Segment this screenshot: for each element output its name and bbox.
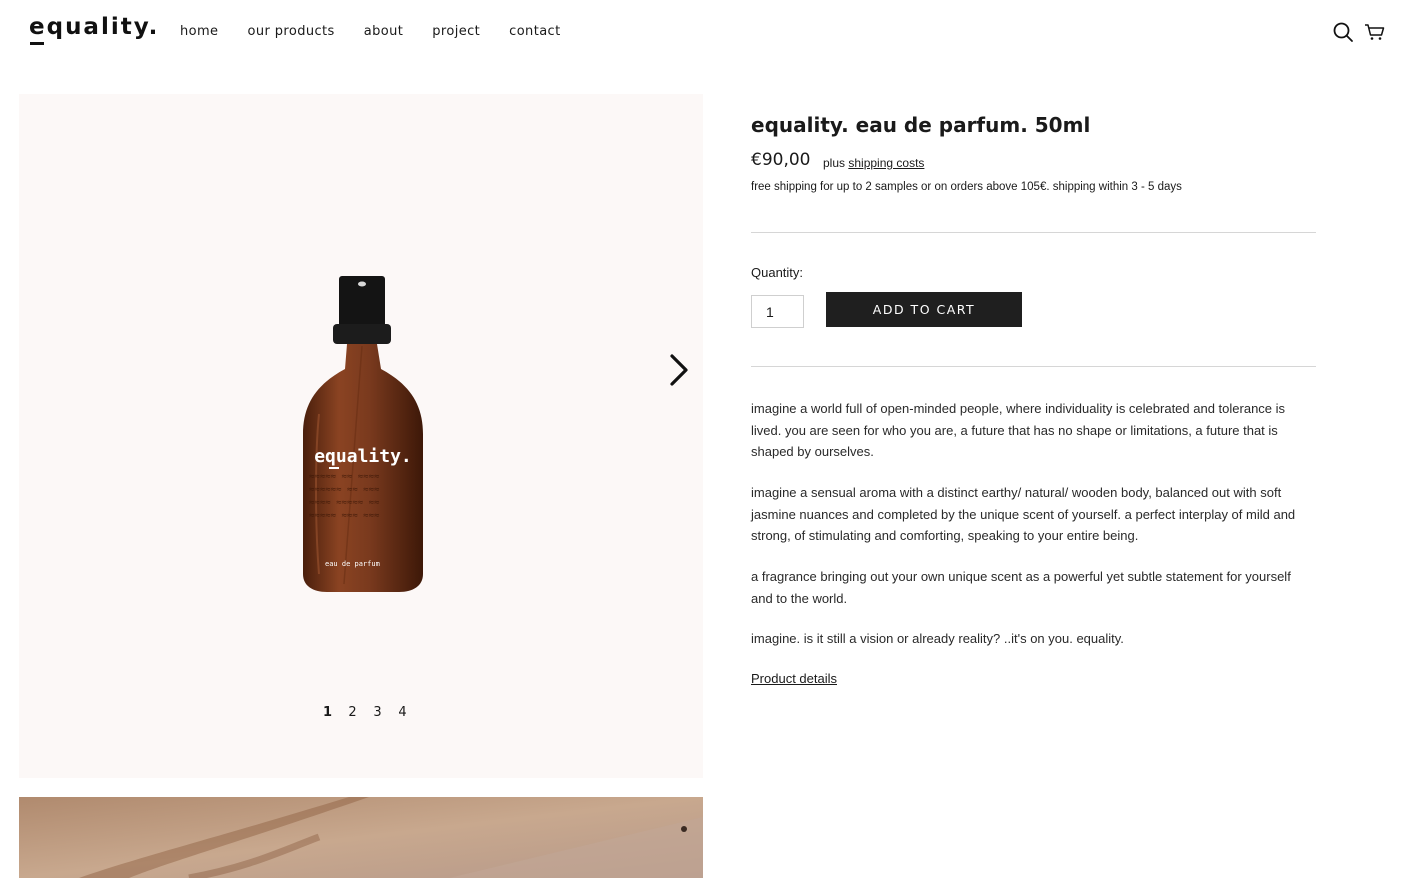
shipping-info: free shipping for up to 2 samples or on …	[751, 181, 1182, 193]
logo-underline	[30, 42, 44, 45]
quantity-input[interactable]	[751, 295, 804, 328]
nav-project[interactable]: project	[432, 24, 480, 39]
product-title: equality. eau de parfum. 50ml	[751, 113, 1091, 137]
divider	[751, 366, 1316, 367]
secondary-product-image	[19, 797, 703, 878]
quantity-label: Quantity:	[751, 265, 804, 280]
page-1[interactable]: 1	[315, 705, 340, 720]
svg-text:≈≈≈≈≈ ≈≈ ≈≈≈≈: ≈≈≈≈≈ ≈≈ ≈≈≈≈	[309, 472, 380, 482]
page-2[interactable]: 2	[340, 705, 365, 720]
cart-icon[interactable]	[1363, 20, 1387, 44]
product-details-link[interactable]: Product details	[751, 671, 837, 686]
site-header: equality. home our products about projec…	[0, 0, 1404, 64]
search-icon[interactable]	[1331, 20, 1355, 44]
price-note: plus shipping costs	[823, 156, 924, 170]
bottle-label: equality.	[314, 446, 412, 467]
nav-contact[interactable]: contact	[509, 24, 560, 39]
chevron-right-icon[interactable]	[666, 352, 694, 388]
price-note-prefix: plus	[823, 156, 846, 170]
page-4[interactable]: 4	[390, 705, 415, 720]
main-nav: home our products about project contact	[180, 24, 590, 39]
shipping-costs-link[interactable]: shipping costs	[848, 156, 924, 170]
brand-logo[interactable]: equality.	[29, 14, 159, 40]
svg-text:≈≈≈≈≈≈ ≈≈ ≈≈≈: ≈≈≈≈≈≈ ≈≈ ≈≈≈	[309, 485, 380, 495]
product-image: equality. ≈≈≈≈≈ ≈≈ ≈≈≈≈ ≈≈≈≈≈≈ ≈≈ ≈≈≈ ≈≈…	[303, 276, 423, 592]
product-gallery: equality. ≈≈≈≈≈ ≈≈ ≈≈≈≈ ≈≈≈≈≈≈ ≈≈ ≈≈≈ ≈≈…	[19, 94, 703, 778]
nav-our-products[interactable]: our products	[247, 24, 334, 39]
nav-about[interactable]: about	[364, 24, 404, 39]
product-price: €90,00	[751, 150, 811, 170]
svg-text:≈≈≈≈ ≈≈≈≈≈ ≈≈: ≈≈≈≈ ≈≈≈≈≈ ≈≈	[309, 498, 380, 508]
gallery-pagination: 1 2 3 4	[315, 705, 415, 720]
add-to-cart-button[interactable]: ADD TO CART	[826, 292, 1022, 327]
description-paragraph: a fragrance bringing out your own unique…	[751, 569, 1291, 606]
description-paragraph: imagine a world full of open-minded peop…	[751, 401, 1286, 459]
description-paragraph: imagine a sensual aroma with a distinct …	[751, 485, 1296, 543]
description-paragraph: imagine. is it still a vision or already…	[751, 631, 1124, 646]
divider	[751, 232, 1316, 233]
nav-home[interactable]: home	[180, 24, 218, 39]
page-3[interactable]: 3	[365, 705, 390, 720]
svg-text:≈≈≈≈≈ ≈≈≈ ≈≈≈: ≈≈≈≈≈ ≈≈≈ ≈≈≈	[309, 511, 380, 521]
bottle-sublabel: eau de parfum	[325, 560, 380, 568]
